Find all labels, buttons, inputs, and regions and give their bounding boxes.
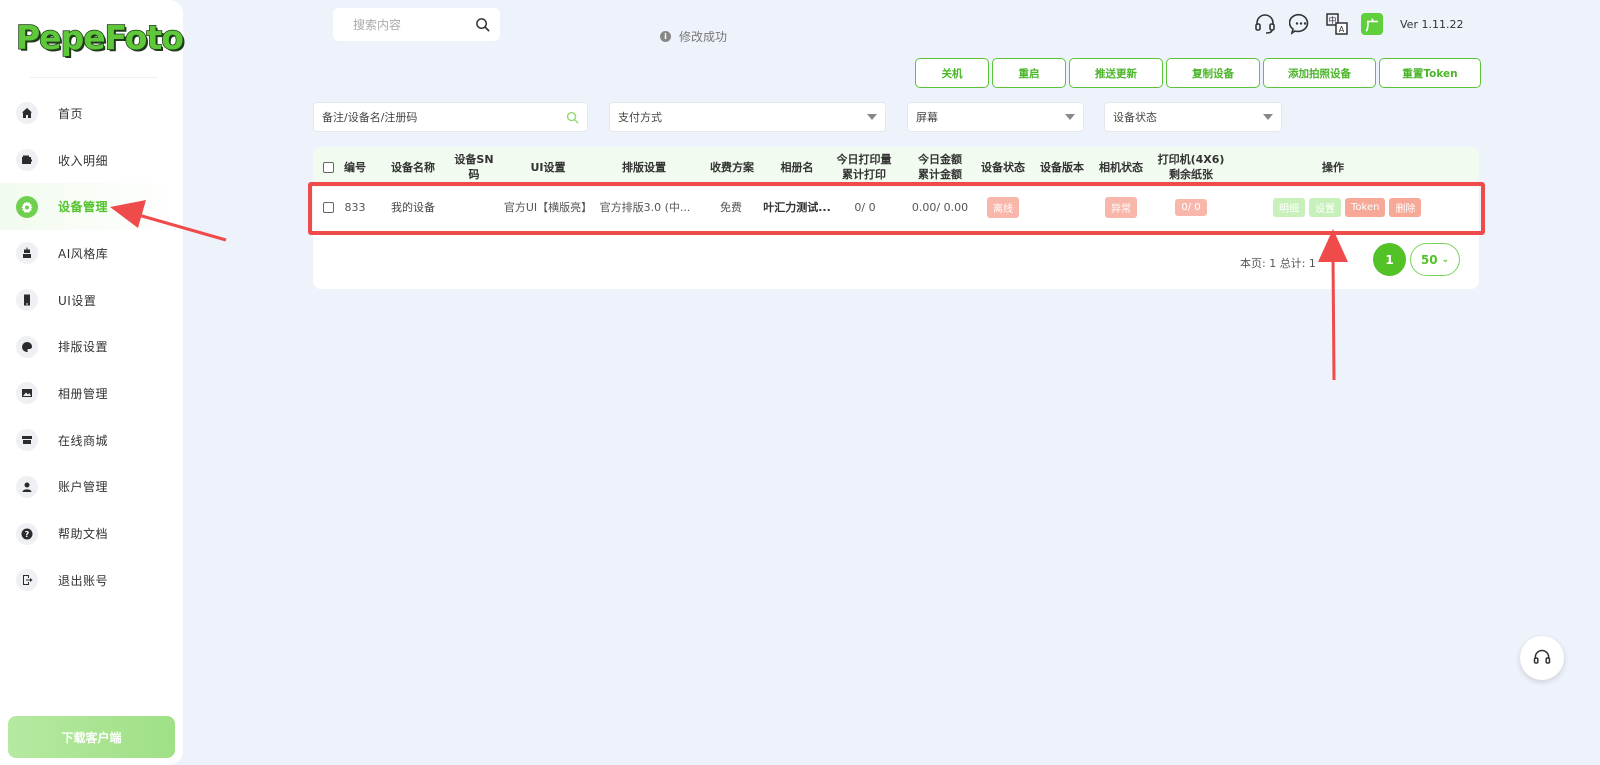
info-icon: i: [660, 31, 671, 42]
col-pricing-plan: 收费方案: [710, 160, 754, 174]
sidebar: PepeFoto 首页 收入明细 设备管理 AI风格库 UI设置 排版设置 相册…: [0, 0, 185, 765]
col-operations: 操作: [1322, 160, 1344, 174]
col-printer-paper: 打印机(4X6) 剩余纸张: [1157, 153, 1225, 181]
gear-icon: [16, 195, 38, 218]
col-amount: 今日金额 累计金额: [918, 153, 962, 181]
brand-badge[interactable]: 广: [1361, 13, 1383, 35]
divider: [30, 77, 158, 78]
robot-icon: [16, 242, 38, 265]
toast-text: 修改成功: [679, 30, 728, 44]
sidebar-item-label: 相册管理: [58, 386, 109, 401]
payment-method-value: 支付方式: [618, 111, 662, 124]
keyword-filter-placeholder: 备注/设备名/注册码: [322, 111, 418, 124]
sidebar-item-label: 退出账号: [58, 573, 109, 588]
col-device-version: 设备版本: [1040, 160, 1084, 174]
sidebar-item-store[interactable]: 在线商城: [0, 417, 183, 464]
sidebar-item-label: 设备管理: [58, 200, 109, 215]
headset-icon[interactable]: [1253, 12, 1277, 36]
highlight-box: [308, 182, 1485, 235]
store-icon: [16, 429, 38, 452]
col-device-name: 设备名称: [391, 160, 435, 174]
col-album-name: 相册名: [780, 160, 814, 174]
col-ui-settings: UI设置: [530, 160, 566, 174]
chevron-down-icon: [867, 114, 877, 120]
pagination-summary: 本页: 1 总计: 1: [1240, 257, 1316, 270]
page-size-value: 50: [1420, 252, 1438, 267]
reset-token-button[interactable]: 重置Token: [1379, 58, 1481, 88]
header-icons: 中A 广: [1253, 12, 1383, 36]
sidebar-item-account[interactable]: 账户管理: [0, 464, 183, 511]
chevron-down-icon: [1263, 114, 1273, 120]
download-client-button[interactable]: 下载客户端: [8, 716, 175, 758]
user-icon: [16, 475, 38, 498]
sidebar-nav: 首页 收入明细 设备管理 AI风格库 UI设置 排版设置 相册管理 在线商城 账…: [0, 90, 183, 604]
sidebar-item-devices[interactable]: 设备管理: [0, 183, 183, 231]
svg-text:?: ?: [25, 530, 30, 539]
home-icon: [16, 102, 38, 125]
add-photo-device-button[interactable]: 添加拍照设备: [1263, 58, 1376, 88]
sidebar-item-label: 收入明细: [58, 153, 109, 168]
col-device-status: 设备状态: [981, 160, 1025, 174]
page-number-button[interactable]: 1: [1373, 243, 1406, 276]
sidebar-item-home[interactable]: 首页: [0, 90, 183, 137]
svg-text:A: A: [1339, 25, 1345, 34]
sidebar-item-label: UI设置: [58, 293, 97, 308]
success-toast: i 修改成功: [660, 28, 727, 45]
sidebar-item-label: AI风格库: [58, 246, 109, 261]
device-status-value: 设备状态: [1113, 111, 1157, 124]
restart-button[interactable]: 重启: [992, 58, 1066, 88]
sidebar-item-label: 帮助文档: [58, 527, 109, 542]
col-camera-status: 相机状态: [1099, 160, 1143, 174]
screen-value: 屏幕: [916, 111, 938, 124]
logo-text: PepeFoto: [15, 17, 184, 58]
copy-device-button[interactable]: 复制设备: [1166, 58, 1260, 88]
help-icon: ?: [16, 522, 38, 545]
push-update-button[interactable]: 推送更新: [1069, 58, 1163, 88]
sidebar-item-income[interactable]: 收入明细: [0, 137, 183, 184]
keyword-filter-input[interactable]: 备注/设备名/注册码: [313, 102, 588, 132]
chevron-down-icon: [1065, 114, 1075, 120]
logo[interactable]: PepeFoto: [15, 14, 184, 62]
sidebar-item-label: 首页: [58, 106, 84, 121]
search-icon[interactable]: [475, 17, 490, 32]
sidebar-item-help[interactable]: ? 帮助文档: [0, 510, 183, 557]
wallet-icon: [16, 149, 38, 172]
screen-select[interactable]: 屏幕: [907, 102, 1084, 132]
image-icon: [16, 382, 38, 405]
col-sn: 设备SN码: [454, 153, 494, 181]
phone-icon: [16, 289, 38, 312]
search-input[interactable]: [333, 8, 453, 41]
shutdown-button[interactable]: 关机: [915, 58, 989, 88]
sidebar-item-label: 账户管理: [58, 480, 109, 495]
page-size-select[interactable]: 50 ⌄: [1410, 243, 1460, 276]
sidebar-item-layout-settings[interactable]: 排版设置: [0, 323, 183, 370]
action-buttons: 关机 重启 推送更新 复制设备 添加拍照设备 重置Token: [915, 58, 1484, 88]
logout-icon: [16, 569, 38, 592]
sidebar-item-ai-styles[interactable]: AI风格库: [0, 230, 183, 277]
support-float-button[interactable]: [1520, 636, 1564, 680]
sidebar-item-ui-settings[interactable]: UI设置: [0, 277, 183, 324]
col-prints: 今日打印量 累计打印: [836, 153, 892, 181]
sidebar-item-albums[interactable]: 相册管理: [0, 370, 183, 417]
search-icon[interactable]: [566, 111, 579, 124]
chevron-down-icon: ⌄: [1441, 254, 1450, 265]
col-id: 编号: [344, 160, 366, 174]
headset-icon: [1533, 649, 1551, 664]
device-status-select[interactable]: 设备状态: [1104, 102, 1282, 132]
search-box: [333, 8, 500, 41]
sidebar-item-label: 排版设置: [58, 340, 109, 355]
col-layout-settings: 排版设置: [622, 160, 666, 174]
chat-icon[interactable]: [1289, 12, 1313, 36]
version-label: Ver 1.11.22: [1400, 18, 1464, 31]
sidebar-item-logout[interactable]: 退出账号: [0, 557, 183, 604]
palette-icon: [16, 335, 38, 358]
payment-method-select[interactable]: 支付方式: [609, 102, 886, 132]
select-all-checkbox[interactable]: [321, 147, 335, 187]
translate-icon[interactable]: 中A: [1325, 12, 1349, 36]
sidebar-item-label: 在线商城: [58, 433, 109, 448]
